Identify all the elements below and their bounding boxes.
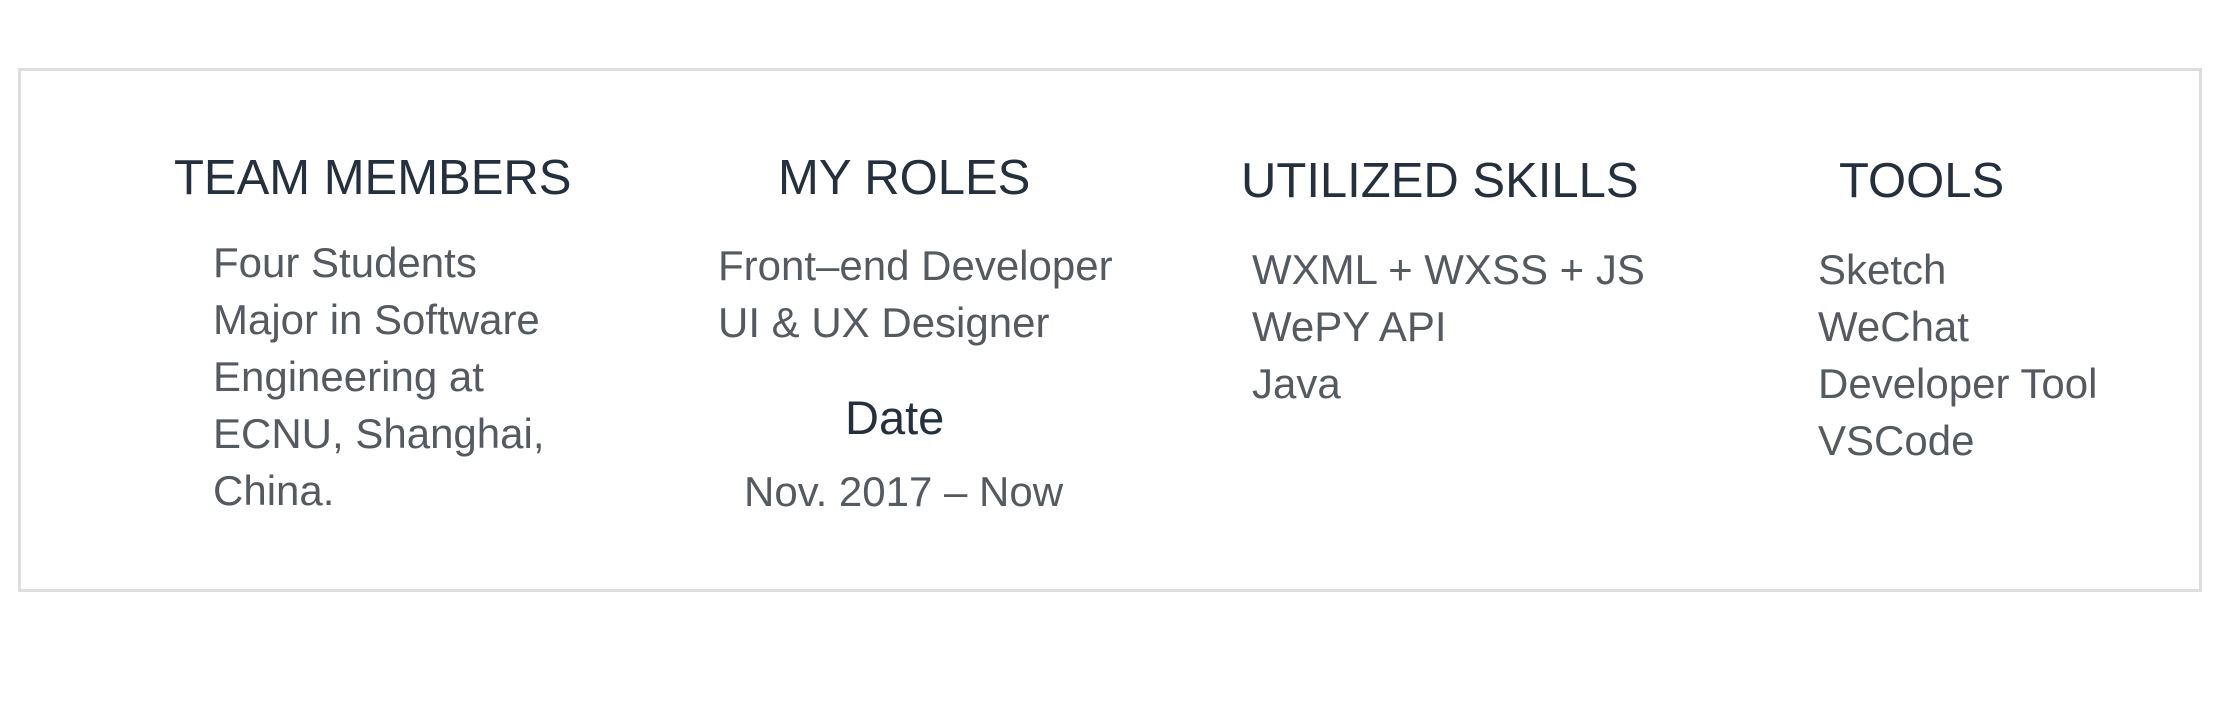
team-members-list: Four Students Major in Software Engineer… [213, 234, 545, 519]
team-members-heading: TEAM MEMBERS [174, 151, 572, 205]
utilized-skills-heading: UTILIZED SKILLS [1241, 154, 1639, 208]
date-value: Nov. 2017 – Now [744, 468, 1064, 515]
my-roles-list: Front–end Developer UI & UX Designer [718, 237, 1113, 351]
team-members-line: Major in Software [213, 296, 540, 343]
my-roles-line: Front–end Developer [718, 242, 1113, 289]
team-members-line: China. [213, 467, 335, 514]
my-roles-line: UI & UX Designer [718, 299, 1050, 346]
utilized-skills-line: Java [1252, 360, 1341, 407]
tools-line: Developer Tool [1818, 360, 2098, 407]
tools-heading: TOOLS [1839, 154, 2005, 208]
my-roles-heading: MY ROLES [778, 151, 1031, 205]
team-members-line: ECNU, Shanghai, [213, 410, 545, 457]
team-members-line: Four Students [213, 239, 477, 286]
project-info-panel: TEAM MEMBERS Four Students Major in Soft… [18, 68, 2202, 592]
tools-list: Sketch WeChat Developer Tool VSCode [1818, 241, 2097, 469]
tools-line: Sketch [1818, 246, 1947, 293]
utilized-skills-list: WXML + WXSS + JS WePY API Java [1252, 241, 1645, 412]
utilized-skills-line: WXML + WXSS + JS [1252, 246, 1645, 293]
team-members-line: Engineering at [213, 353, 484, 400]
date-heading: Date [845, 391, 945, 444]
tools-line: WeChat [1818, 303, 1969, 350]
utilized-skills-line: WePY API [1252, 303, 1447, 350]
tools-line: VSCode [1818, 417, 1975, 464]
